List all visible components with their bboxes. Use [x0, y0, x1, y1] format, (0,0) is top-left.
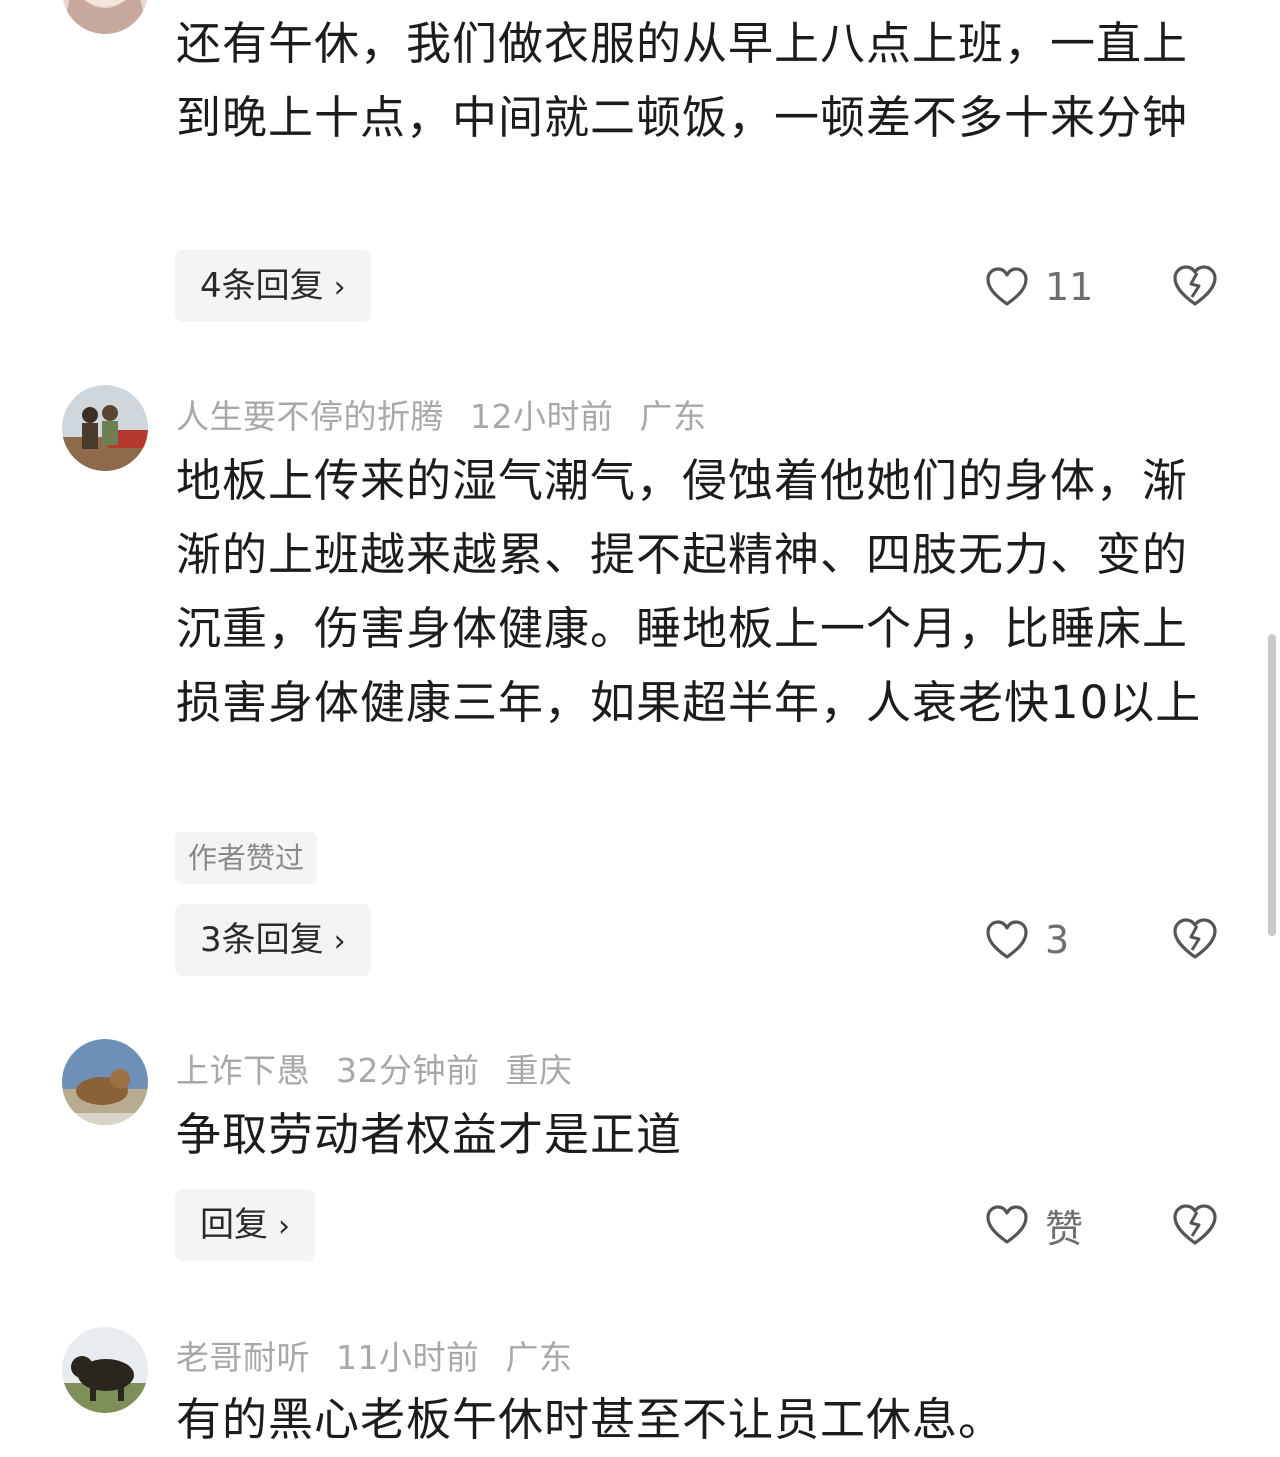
like-count: 赞 [1045, 1206, 1084, 1251]
timestamp: 11小时前 [336, 1338, 480, 1377]
chevron-right-icon: › [278, 1209, 290, 1244]
like-button[interactable]: 11 [985, 262, 1093, 312]
broken-heart-icon[interactable] [1172, 1203, 1218, 1247]
comment-text: 地板上传来的湿气潮气，侵蚀着他她们的身体，渐渐的上班越来越累、提不起精神、四肢无… [176, 454, 1202, 729]
heart-outline-icon [986, 1205, 1028, 1244]
like-button[interactable]: 赞 [985, 1200, 1084, 1251]
reply-label: 回复 [200, 1205, 268, 1245]
comment-meta: 老哥耐听 11小时前 广东 [176, 1331, 599, 1379]
view-replies-button[interactable]: 4条回复 › [175, 250, 371, 322]
comment-text: 还有午休，我们做衣服的从早上八点上班，一直上到晚上十点，中间就二顿饭，一顿差不多… [176, 17, 1189, 144]
chevron-right-icon: › [333, 924, 346, 959]
comment-meta: 人生要不停的折腾 12小时前 广东 [176, 390, 733, 438]
avatar[interactable] [62, 1327, 148, 1413]
reply-button[interactable]: 回复 › [175, 1189, 315, 1261]
broken-heart-icon[interactable] [1172, 917, 1218, 961]
like-button[interactable]: 3 [985, 915, 1069, 965]
avatar[interactable] [62, 0, 148, 34]
avatar[interactable] [62, 1039, 148, 1125]
heart-outline-icon [986, 920, 1028, 959]
like-count: 3 [1045, 918, 1070, 962]
location: 重庆 [505, 1051, 573, 1090]
comment-text: 有的黑心老板午休时甚至不让员工休息。 [176, 1393, 1005, 1446]
scrollbar-thumb[interactable] [1268, 634, 1276, 936]
chevron-right-icon: › [333, 270, 346, 305]
username[interactable]: 上诈下愚 [176, 1051, 310, 1090]
timestamp: 32分钟前 [336, 1051, 480, 1090]
heart-outline-icon [986, 267, 1028, 306]
comment-meta: 上诈下愚 32分钟前 重庆 [176, 1044, 599, 1092]
broken-heart-icon[interactable] [1172, 264, 1218, 308]
username[interactable]: 老哥耐听 [176, 1338, 310, 1377]
location: 广东 [505, 1338, 573, 1377]
view-replies-button[interactable]: 3条回复 › [175, 904, 371, 976]
reply-count-label: 3条回复 [200, 920, 324, 960]
author-liked-badge: 作者赞过 [175, 832, 318, 884]
avatar[interactable] [62, 385, 148, 471]
username[interactable]: 人生要不停的折腾 [176, 397, 444, 436]
like-count: 11 [1045, 265, 1094, 309]
location: 广东 [639, 397, 707, 436]
reply-count-label: 4条回复 [200, 266, 324, 306]
timestamp: 12小时前 [470, 397, 614, 436]
comment-text: 争取劳动者权益才是正道 [176, 1108, 683, 1161]
